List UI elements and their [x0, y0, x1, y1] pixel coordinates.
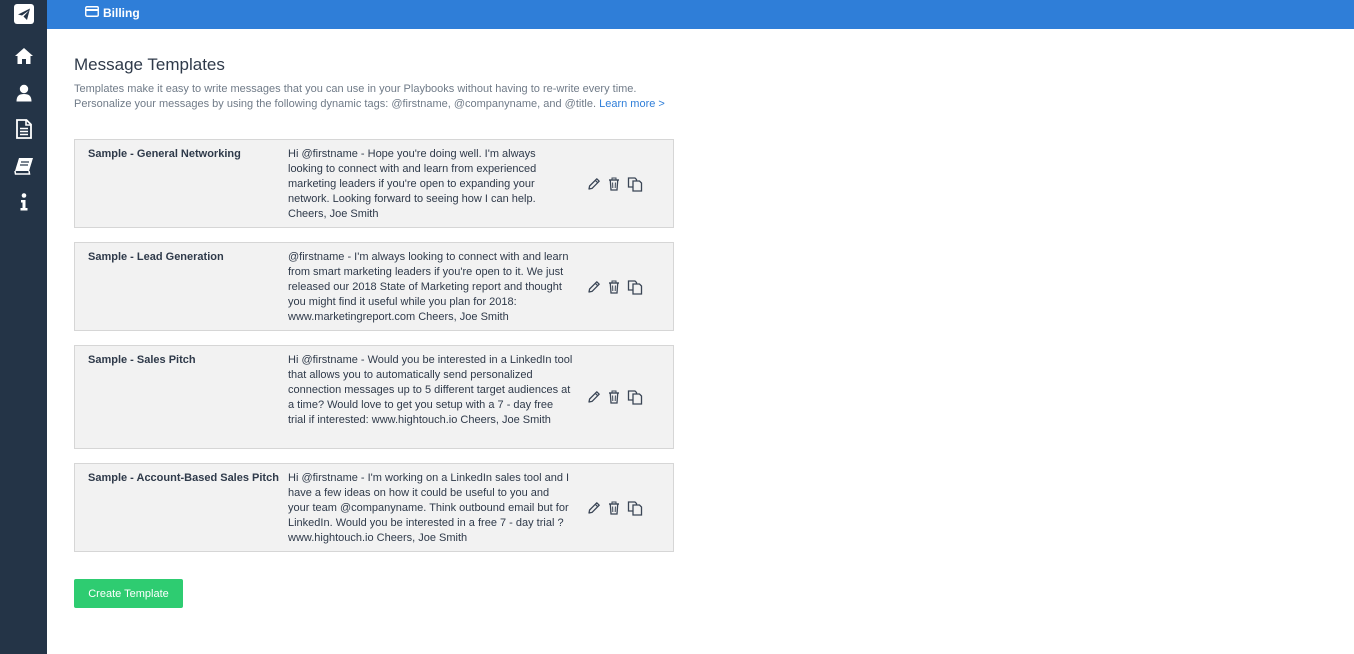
- template-name: Sample - Account-Based Sales Pitch: [88, 472, 279, 484]
- template-name: Sample - Sales Pitch: [88, 354, 196, 366]
- intro-tags-text: Personalize your messages by using the f…: [74, 98, 597, 110]
- intro-text: Templates make it easy to write messages…: [74, 82, 714, 112]
- home-icon[interactable]: [0, 42, 47, 70]
- template-actions: [587, 346, 643, 448]
- edit-pencil-icon[interactable]: [587, 501, 601, 515]
- edit-pencil-icon[interactable]: [587, 280, 601, 294]
- billing-tab[interactable]: Billing: [85, 4, 140, 22]
- user-icon[interactable]: [0, 79, 47, 107]
- delete-trash-icon[interactable]: [608, 177, 620, 191]
- template-actions: [587, 243, 643, 330]
- billing-label: Billing: [103, 6, 140, 20]
- template-message: Hi @firstname - Hope you're doing well. …: [288, 148, 537, 220]
- learn-more-link[interactable]: Learn more >: [599, 98, 665, 110]
- edit-pencil-icon[interactable]: [587, 177, 601, 191]
- intro-line-1: Templates make it easy to write messages…: [74, 83, 637, 95]
- duplicate-copy-icon[interactable]: [627, 500, 643, 516]
- info-icon[interactable]: [0, 188, 47, 216]
- delete-trash-icon[interactable]: [608, 501, 620, 515]
- intro-line-2: Personalize your messages by using the f…: [74, 97, 714, 112]
- delete-trash-icon[interactable]: [608, 280, 620, 294]
- template-card-account-based-sales-pitch: Sample - Account-Based Sales Pitch Hi @f…: [74, 463, 674, 552]
- create-template-button[interactable]: Create Template: [74, 579, 183, 608]
- template-card-sales-pitch: Sample - Sales Pitch Hi @firstname - Wou…: [74, 345, 674, 449]
- edit-pencil-icon[interactable]: [587, 390, 601, 404]
- duplicate-copy-icon[interactable]: [627, 176, 643, 192]
- book-icon[interactable]: [0, 152, 47, 180]
- sidebar: [0, 0, 47, 654]
- template-actions: [587, 464, 643, 551]
- document-icon[interactable]: [0, 115, 47, 143]
- paper-plane-icon[interactable]: [0, 0, 47, 28]
- page-title: Message Templates: [74, 55, 225, 74]
- duplicate-copy-icon[interactable]: [627, 279, 643, 295]
- duplicate-copy-icon[interactable]: [627, 389, 643, 405]
- template-card-general-networking: Sample - General Networking Hi @firstnam…: [74, 139, 674, 228]
- template-message: Hi @firstname - Would you be interested …: [288, 354, 573, 426]
- template-message: @firstname - I'm always looking to conne…: [288, 251, 569, 323]
- top-bar: Billing: [47, 0, 1354, 29]
- template-name: Sample - Lead Generation: [88, 251, 224, 263]
- credit-card-icon: [85, 6, 99, 20]
- delete-trash-icon[interactable]: [608, 390, 620, 404]
- template-actions: [587, 140, 643, 227]
- template-name: Sample - General Networking: [88, 148, 241, 160]
- template-message: Hi @firstname - I'm working on a LinkedI…: [288, 472, 570, 544]
- template-card-lead-generation: Sample - Lead Generation @firstname - I'…: [74, 242, 674, 331]
